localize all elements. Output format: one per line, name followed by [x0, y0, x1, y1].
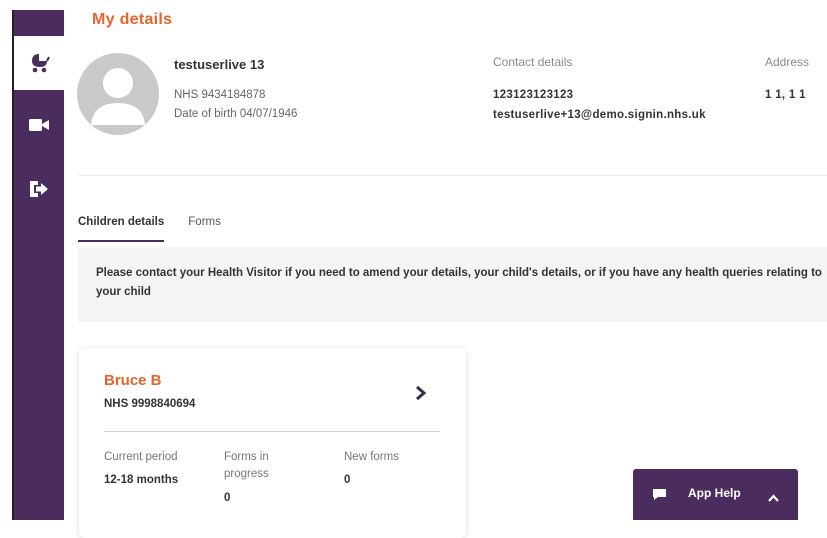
chat-icon — [653, 488, 666, 506]
user-silhouette-icon — [91, 68, 145, 125]
tab-bar: Children details Forms — [78, 216, 245, 242]
new-forms-label: New forms — [344, 451, 399, 463]
current-period-value: 12-18 months — [104, 474, 179, 486]
contact-email: testuserlive+13@demo.signin.nhs.uk — [493, 109, 706, 121]
child-card[interactable]: Bruce B NHS 9998840694 Current period 12… — [79, 348, 466, 538]
logout-icon — [29, 180, 49, 198]
tab-forms[interactable]: Forms — [188, 216, 221, 242]
user-nhs-number: NHS 9434184878 — [174, 89, 266, 101]
video-camera-icon — [29, 118, 49, 132]
stroller-icon — [28, 52, 50, 74]
tab-children-details[interactable]: Children details — [78, 216, 165, 242]
contact-details-heading: Contact details — [493, 55, 573, 69]
section-divider — [78, 175, 827, 176]
chevron-up-icon — [768, 489, 779, 507]
user-date-of-birth: Date of birth 04/07/1946 — [174, 108, 298, 120]
app-help-button[interactable]: App Help — [633, 469, 798, 520]
info-notice: Please contact your Health Visitor if yo… — [78, 247, 827, 322]
sidebar — [14, 10, 64, 520]
forms-in-progress-value: 0 — [224, 492, 231, 504]
current-period-label: Current period — [104, 451, 178, 463]
contact-phone: 123123123123 — [493, 89, 574, 101]
page-title: My details — [92, 11, 173, 28]
info-notice-text: Please contact your Health Visitor if yo… — [96, 267, 822, 298]
user-name: testuserlive 13 — [174, 57, 265, 72]
chevron-right-icon[interactable] — [415, 385, 427, 405]
app-help-label: App Help — [688, 486, 741, 500]
forms-in-progress-label: Forms in progress — [224, 449, 269, 483]
new-forms-value: 0 — [344, 474, 351, 486]
card-divider — [104, 431, 440, 432]
sidebar-item-logout[interactable] — [14, 162, 64, 216]
address-value: 1 1, 1 1 — [765, 89, 806, 101]
top-frame — [0, 0, 827, 10]
child-nhs-number: NHS 9998840694 — [104, 398, 196, 410]
avatar — [77, 53, 159, 135]
child-name: Bruce B — [104, 372, 162, 389]
forms-in-progress-label-line-1: Forms in — [224, 451, 269, 463]
window-edge — [0, 0, 14, 520]
forms-in-progress-label-line-2: progress — [224, 468, 269, 480]
sidebar-item-children[interactable] — [14, 36, 64, 90]
address-heading: Address — [765, 55, 810, 69]
sidebar-item-video[interactable] — [14, 98, 64, 152]
